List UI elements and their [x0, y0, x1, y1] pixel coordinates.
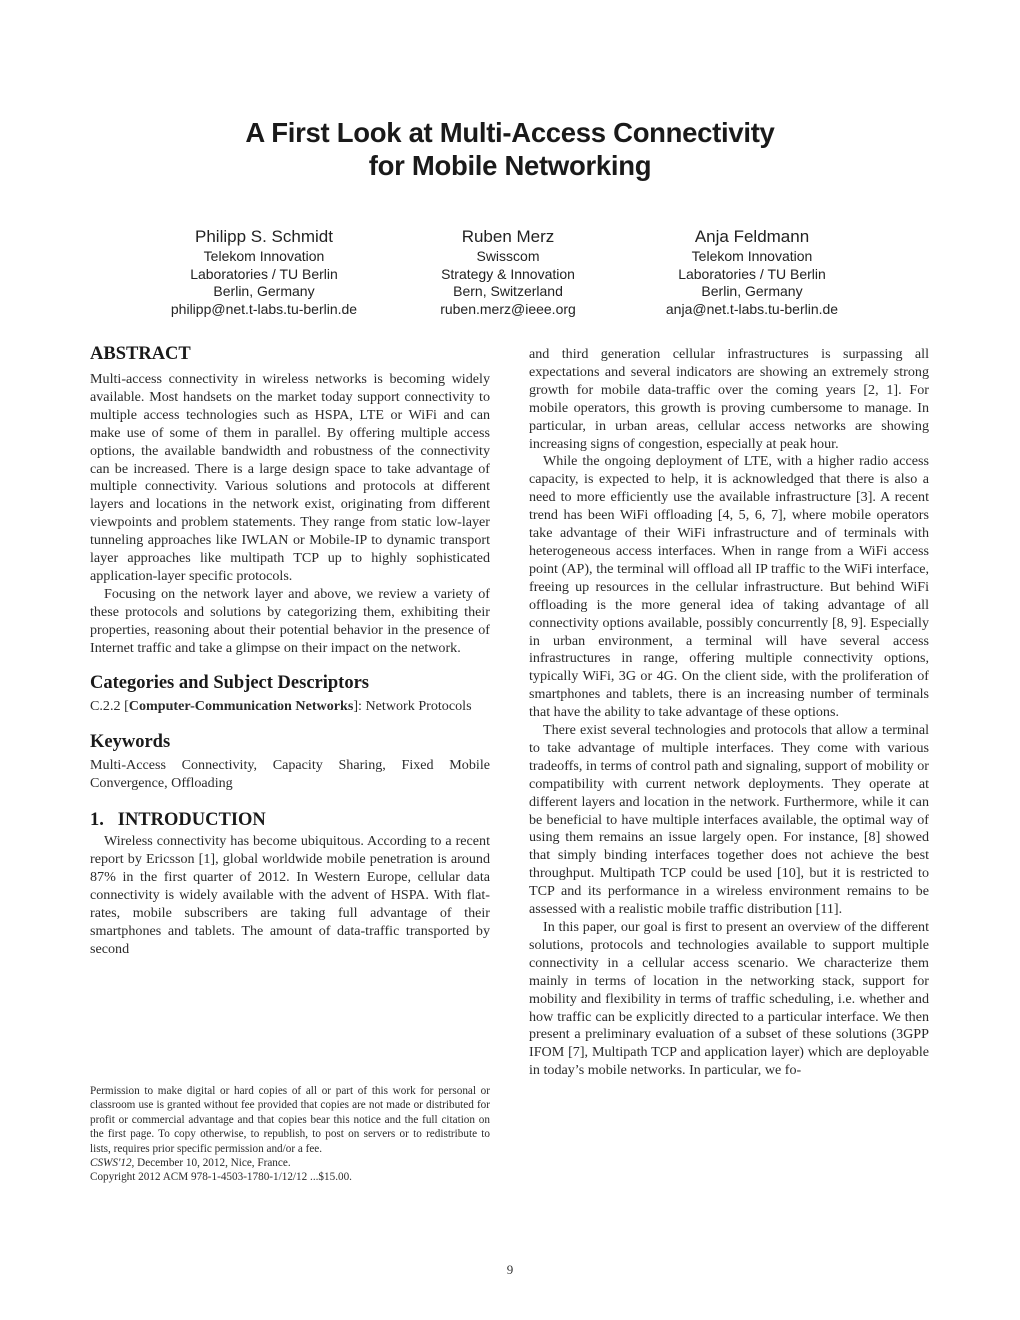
author-name: Anja Feldmann — [694, 227, 810, 246]
author-location: Berlin, Germany — [213, 283, 315, 300]
left-column: ABSTRACT Multi-access connectivity in wi… — [90, 343, 490, 959]
title-line-2: for Mobile Networking — [368, 150, 652, 181]
author-1: Philipp S. Schmidt Telekom Innovation La… — [134, 226, 394, 318]
paper-page: A First Look at Multi-Access Connectivit… — [0, 0, 1020, 1320]
keywords-text: Multi-Access Connectivity, Capacity Shar… — [90, 757, 490, 792]
right-column: and third generation cellular infrastruc… — [529, 346, 929, 1080]
categories-heading: Categories and Subject Descriptors — [90, 672, 369, 693]
venue-name: CSWS'12, — [90, 1157, 135, 1170]
introduction-paragraph-4: There exist several technologies and pro… — [529, 722, 929, 918]
introduction-paragraph-1: Wireless connectivity has become ubiquit… — [90, 833, 490, 957]
author-affiliation: Telekom Innovation — [203, 248, 325, 264]
author-affiliation: Swisscom — [476, 248, 540, 264]
author-affiliation: Laboratories / TU Berlin — [190, 265, 338, 282]
author-email: philipp@net.t-labs.tu-berlin.de — [170, 300, 358, 317]
permission-text: Permission to make digital or hard copie… — [90, 1085, 490, 1155]
author-location: Berlin, Germany — [701, 283, 803, 300]
author-location: Bern, Switzerland — [453, 283, 563, 300]
abstract-paragraph-1: Multi-access connectivity in wireless ne… — [90, 371, 490, 584]
category-rest: ]: Network Protocols — [353, 697, 472, 714]
author-name: Ruben Merz — [461, 227, 555, 246]
venue-details: December 10, 2012, Nice, France. — [134, 1157, 291, 1170]
author-2: Ruben Merz Swisscom Strategy & Innovatio… — [378, 226, 638, 318]
author-email: anja@net.t-labs.tu-berlin.de — [665, 300, 839, 317]
author-name: Philipp S. Schmidt — [195, 227, 333, 246]
author-email: ruben.merz@ieee.org — [440, 300, 576, 317]
paper-title: A First Look at Multi-Access Connectivit… — [0, 116, 1020, 182]
introduction-heading: 1. INTRODUCTION — [90, 810, 266, 831]
categories-text: C.2.2 [Computer-Communication Networks]:… — [90, 698, 490, 716]
abstract-paragraph-2: Focusing on the network layer and above,… — [90, 585, 490, 656]
category-term: Computer-Communication Networks — [128, 697, 354, 714]
author-affiliation: Strategy & Innovation — [441, 265, 575, 282]
category-code: C.2.2 [ — [90, 697, 129, 714]
author-3: Anja Feldmann Telekom Innovation Laborat… — [622, 226, 882, 318]
introduction-paragraph-3: While the ongoing deployment of LTE, wit… — [529, 453, 929, 721]
venue-line: CSWS'12, December 10, 2012, Nice, France… — [90, 1156, 490, 1170]
introduction-paragraph-5: In this paper, our goal is first to pres… — [529, 919, 929, 1079]
author-affiliation: Telekom Innovation — [691, 248, 813, 264]
permission-notice: Permission to make digital or hard copie… — [90, 1084, 490, 1185]
copyright-line: Copyright 2012 ACM 978-1-4503-1780-1/12/… — [90, 1171, 352, 1184]
abstract-heading: ABSTRACT — [90, 344, 191, 364]
introduction-paragraph-2: and third generation cellular infrastruc… — [529, 346, 929, 452]
keywords-heading: Keywords — [90, 732, 171, 753]
author-block: Philipp S. Schmidt Telekom Innovation La… — [0, 226, 1020, 326]
page-number: 9 — [506, 1262, 514, 1277]
author-affiliation: Laboratories / TU Berlin — [678, 265, 826, 282]
title-line-1: A First Look at Multi-Access Connectivit… — [245, 117, 775, 148]
